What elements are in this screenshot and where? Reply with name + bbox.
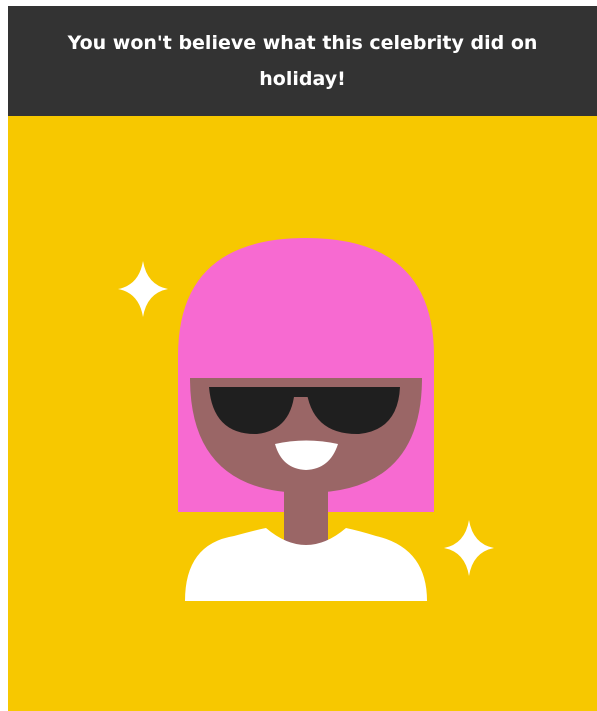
- sunglasses-bridge: [286, 387, 316, 397]
- sparkle-icon: [118, 261, 168, 317]
- sparkle-icon: [444, 520, 494, 576]
- headline-bar: You won't believe what this celebrity di…: [8, 6, 597, 116]
- headline[interactable]: You won't believe what this celebrity di…: [38, 25, 567, 97]
- celebrity-avatar: [178, 238, 434, 601]
- article-illustration[interactable]: [8, 116, 597, 711]
- celebrity-illustration: [118, 238, 494, 601]
- article-card[interactable]: You won't believe what this celebrity di…: [8, 6, 597, 711]
